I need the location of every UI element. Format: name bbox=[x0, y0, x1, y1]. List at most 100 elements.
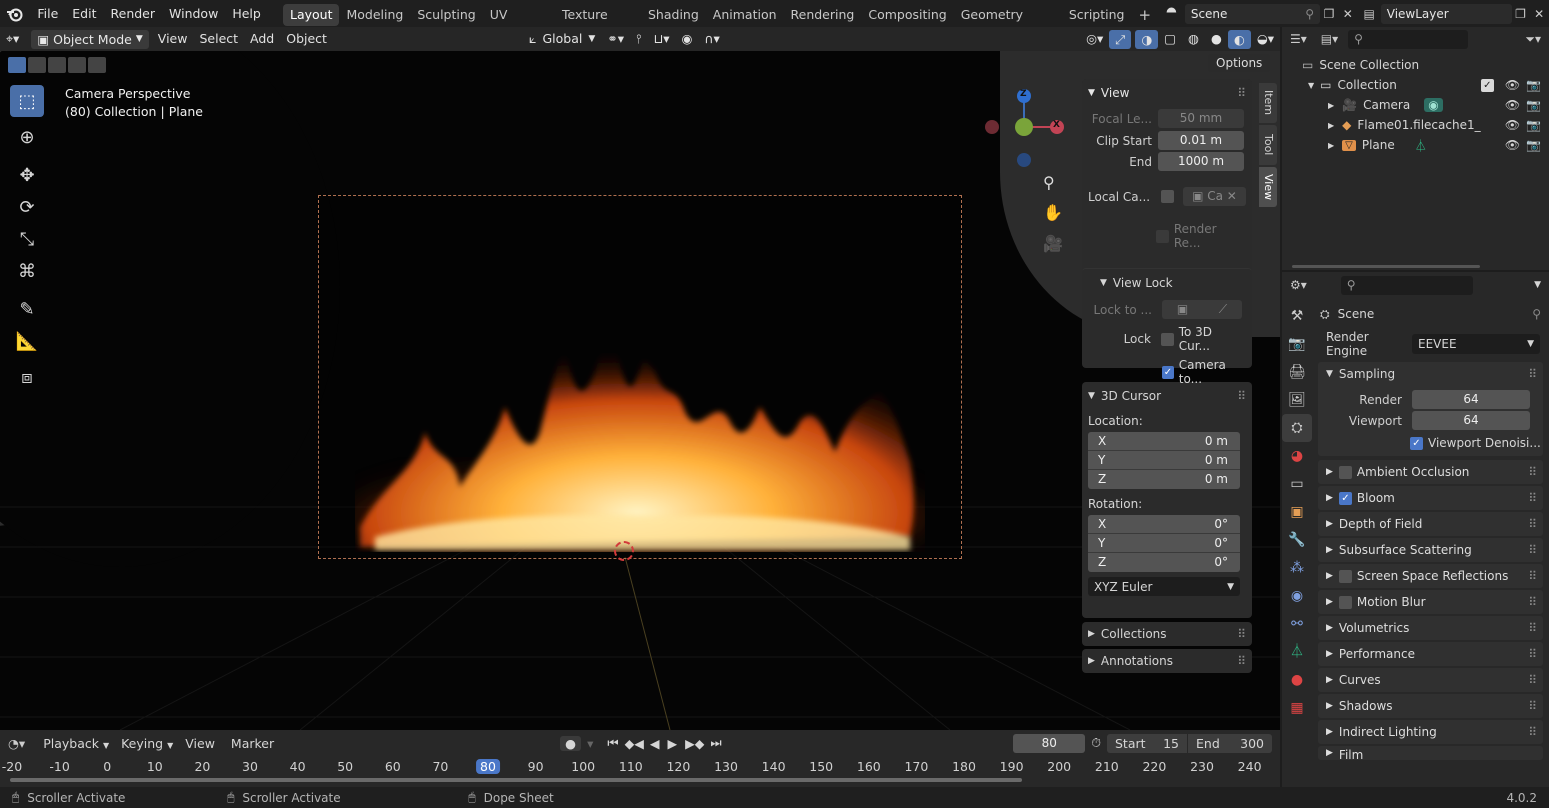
workspace-tab-scripting[interactable]: Scripting bbox=[1062, 4, 1132, 26]
proportional-edit-icon[interactable]: ◉ bbox=[675, 27, 698, 51]
section-volumetrics[interactable]: ▶ Volumetrics ⠿ bbox=[1318, 616, 1543, 640]
display-mode-icon[interactable]: ▤▾ bbox=[1321, 32, 1338, 46]
drag-handle-icon[interactable]: ⠿ bbox=[1528, 569, 1537, 583]
viewport-denoise-checkbox[interactable]: ✓ bbox=[1410, 436, 1423, 450]
menu-select[interactable]: Select bbox=[193, 27, 244, 51]
overlays-toggle-icon[interactable]: ◑ bbox=[1135, 29, 1159, 49]
camera-render-icon[interactable]: 📷 bbox=[1526, 138, 1541, 152]
select-extend-icon[interactable] bbox=[28, 57, 46, 73]
drag-handle-icon[interactable]: ⠿ bbox=[1237, 654, 1246, 668]
drag-handle-icon[interactable]: ⠿ bbox=[1528, 543, 1537, 557]
current-frame-indicator[interactable]: 80 bbox=[476, 759, 500, 774]
workspace-tab-texture-paint[interactable]: Texture Paint bbox=[555, 4, 641, 44]
drag-handle-icon[interactable]: ⠿ bbox=[1528, 699, 1537, 713]
rotation-mode-dropdown[interactable]: XYZ Euler ▼ bbox=[1088, 577, 1240, 596]
shading-material-icon[interactable]: ◐ bbox=[1227, 29, 1251, 49]
select-subtract-icon[interactable] bbox=[48, 57, 66, 73]
object-mode-dropdown[interactable]: ▣ Object Mode ▼ bbox=[31, 29, 149, 49]
view-layer-icon[interactable]: ▤ bbox=[1358, 7, 1381, 21]
drag-handle-icon[interactable]: ⠿ bbox=[1528, 621, 1537, 635]
drag-handle-icon[interactable]: ⠿ bbox=[1528, 673, 1537, 687]
drag-handle-icon[interactable]: ⠿ bbox=[1528, 595, 1537, 609]
workspace-tab-animation[interactable]: Animation bbox=[706, 4, 784, 26]
outliner-search-input[interactable]: ⚲ bbox=[1348, 29, 1469, 49]
editor-type-icon[interactable]: ⌖▾ bbox=[0, 27, 25, 51]
section-screen-space-reflections[interactable]: ▶ Screen Space Reflections ⠿ bbox=[1318, 564, 1543, 588]
workspace-tab-compositing[interactable]: Compositing bbox=[861, 4, 953, 26]
collection-row[interactable]: ▼ ▭ Collection ✓ 👁 📷 bbox=[1282, 75, 1549, 95]
3d-viewport[interactable]: ⌖▾ ▣ Object Mode ▼ View Select Add Objec… bbox=[0, 27, 1280, 730]
outliner-scrollbar[interactable] bbox=[1292, 265, 1480, 268]
render-properties-icon[interactable]: 📷 bbox=[1282, 330, 1312, 358]
shading-solid-icon[interactable]: ● bbox=[1205, 27, 1228, 51]
outliner-item-plane[interactable]: ▶ ▽ Plane ⏃ 👁 📷 bbox=[1282, 135, 1549, 155]
filter-icon[interactable]: ⏷▾ bbox=[1525, 32, 1541, 47]
physics-properties-icon[interactable]: ◉ bbox=[1282, 582, 1312, 610]
shading-wireframe-icon[interactable]: ◍ bbox=[1182, 27, 1205, 51]
tool-settings-icon[interactable]: ⚒ bbox=[1282, 302, 1312, 330]
pan-hand-icon[interactable]: ✋ bbox=[1043, 203, 1063, 222]
play-icon[interactable]: ▶ bbox=[667, 736, 677, 751]
collection-properties-icon[interactable]: ▭ bbox=[1282, 470, 1312, 498]
section-ambient-occlusion[interactable]: ▶ Ambient Occlusion ⠿ bbox=[1318, 460, 1543, 484]
scene-properties-icon[interactable]: ⛭ bbox=[1282, 414, 1312, 442]
view-layer-selector[interactable]: ViewLayer bbox=[1380, 3, 1512, 24]
eye-icon[interactable]: 👁 bbox=[1505, 78, 1520, 92]
drag-handle-icon[interactable]: ⠿ bbox=[1528, 647, 1537, 661]
current-frame-field[interactable]: 80 bbox=[1013, 733, 1086, 753]
scale-tool-icon[interactable]: ⤡ bbox=[10, 223, 44, 255]
local-camera-checkbox[interactable] bbox=[1161, 190, 1174, 203]
properties-editor-icon[interactable]: ⚙▾ bbox=[1290, 278, 1307, 292]
camera-view-icon[interactable]: 🎥 bbox=[1043, 234, 1063, 253]
falloff-icon[interactable]: ∩▾ bbox=[698, 27, 725, 51]
rotate-tool-icon[interactable]: ⟳ bbox=[10, 191, 44, 223]
select-difference-icon[interactable] bbox=[68, 57, 86, 73]
workspace-tab-sculpting[interactable]: Sculpting bbox=[410, 4, 482, 26]
end-frame-field[interactable]: End 300 bbox=[1188, 733, 1272, 753]
menu-marker[interactable]: Marker bbox=[231, 736, 274, 751]
particles-properties-icon[interactable]: ⁂ bbox=[1282, 554, 1312, 582]
blender-logo-icon[interactable] bbox=[0, 0, 30, 27]
output-properties-icon[interactable]: 🖨 bbox=[1282, 358, 1312, 386]
view-panel-header[interactable]: ▼ View ⠿ bbox=[1088, 83, 1246, 103]
menu-edit[interactable]: Edit bbox=[65, 0, 103, 27]
camera-render-icon[interactable]: 📷 bbox=[1526, 98, 1541, 112]
workspace-tab-modeling[interactable]: Modeling bbox=[339, 4, 410, 26]
workspace-tab-geometry-nodes[interactable]: Geometry Nodes bbox=[954, 4, 1062, 44]
options-button[interactable]: Options bbox=[1208, 54, 1271, 72]
eye-icon[interactable]: 👁 bbox=[1505, 138, 1520, 152]
new-view-layer-icon[interactable]: ❐ bbox=[1512, 7, 1530, 21]
start-frame-field[interactable]: Start 15 bbox=[1107, 733, 1187, 753]
workspace-tab-shading[interactable]: Shading bbox=[641, 4, 706, 26]
local-camera-field[interactable]: ▣ Ca ✕ bbox=[1182, 187, 1246, 206]
menu-playback[interactable]: Playback ▼ bbox=[43, 736, 109, 751]
workspace-tab-uv-editing[interactable]: UV Editing bbox=[483, 4, 555, 44]
select-new-icon[interactable] bbox=[8, 57, 26, 73]
camera-data-icon[interactable]: ◉ bbox=[1424, 98, 1443, 112]
viewport-samples-field[interactable]: 64 bbox=[1412, 411, 1530, 430]
workspace-tab-layout[interactable]: Layout bbox=[282, 4, 340, 26]
section-performance[interactable]: ▶ Performance ⠿ bbox=[1318, 642, 1543, 666]
drag-handle-icon[interactable]: ⠿ bbox=[1528, 491, 1537, 505]
view-layer-properties-icon[interactable]: 🖼 bbox=[1282, 386, 1312, 414]
workspace-tab-rendering[interactable]: Rendering bbox=[784, 4, 862, 26]
lock-to-cursor-checkbox[interactable] bbox=[1160, 332, 1174, 346]
section-shadows[interactable]: ▶ Shadows ⠿ bbox=[1318, 694, 1543, 718]
jump-keyframe-back-icon[interactable]: ◆◀ bbox=[625, 736, 644, 751]
section-bloom[interactable]: ▶ ✓ Bloom ⠿ bbox=[1318, 486, 1543, 510]
pin-icon[interactable]: ⚲ bbox=[1532, 307, 1541, 321]
auto-keying-icon[interactable]: ● bbox=[560, 735, 582, 751]
data-properties-icon[interactable]: ⏃ bbox=[1282, 638, 1312, 666]
menu-help[interactable]: Help bbox=[225, 0, 268, 27]
eye-icon[interactable]: 👁 bbox=[1505, 98, 1520, 112]
menu-timeline-view[interactable]: View bbox=[185, 736, 215, 751]
chevron-right-icon[interactable]: ▶ bbox=[1328, 101, 1334, 110]
outliner-item-camera[interactable]: ▶ 🎥 Camera ◉ 👁 📷 bbox=[1282, 95, 1549, 115]
collection-exclude-checkbox[interactable]: ✓ bbox=[1480, 78, 1494, 92]
chevron-right-icon[interactable]: ▶ bbox=[1328, 121, 1334, 130]
3d-cursor[interactable] bbox=[614, 541, 634, 561]
world-properties-icon[interactable]: ◕ bbox=[1282, 442, 1312, 470]
material-properties-icon[interactable]: ● bbox=[1282, 666, 1312, 694]
tab-item[interactable]: Item bbox=[1259, 83, 1277, 123]
collections-panel[interactable]: ▶ Collections ⠿ bbox=[1082, 622, 1252, 646]
